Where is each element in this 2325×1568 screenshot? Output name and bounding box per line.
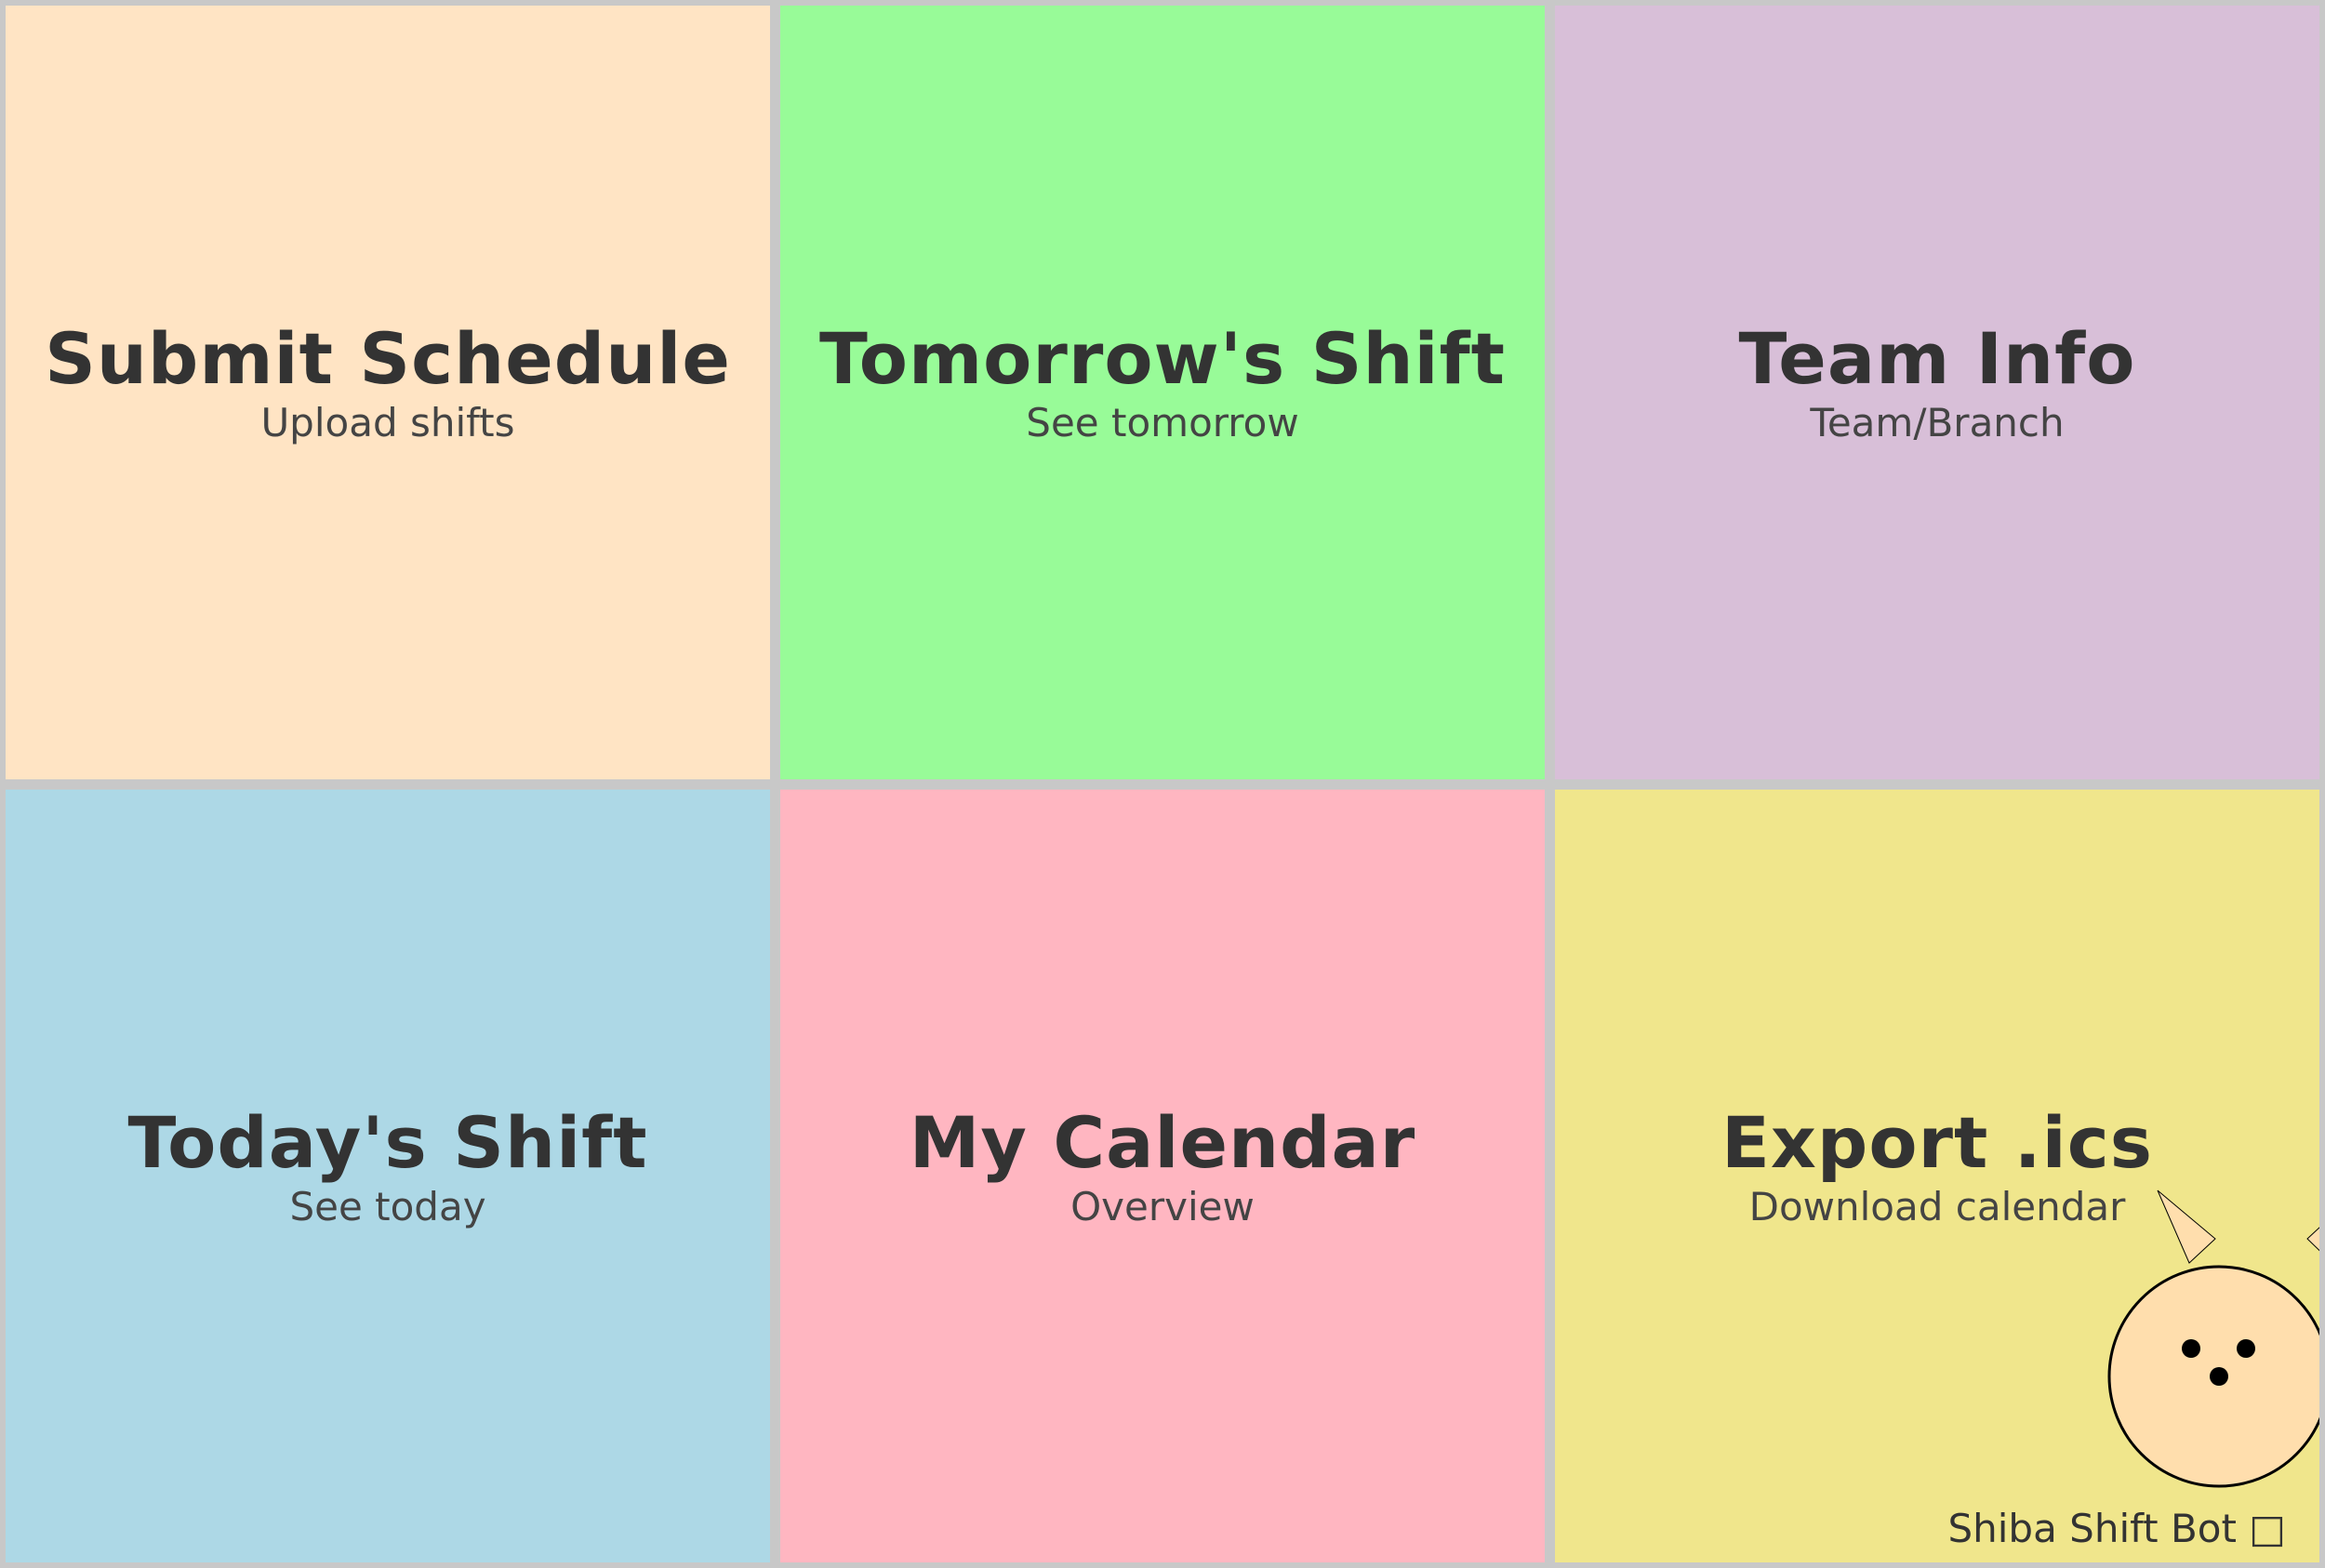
tile-subtitle: See today	[289, 1183, 486, 1229]
shiba-dog-icon	[2107, 1189, 2319, 1488]
team-info-button[interactable]: Team Info Team/Branch	[1555, 6, 2319, 779]
tile-subtitle: Upload shifts	[260, 400, 515, 446]
tile-content: Tomorrow's Shift See tomorrow	[819, 317, 1506, 446]
tile-content: Team Info Team/Branch	[1738, 317, 2136, 446]
my-calendar-button[interactable]: My Calendar Overview	[780, 789, 1545, 1562]
shiba-left-eye	[2182, 1339, 2200, 1358]
tile-title: Tomorrow's Shift	[819, 317, 1506, 401]
tile-subtitle: Team/Branch	[1810, 400, 2065, 446]
tile-content: Submit Schedule Upload shifts	[45, 317, 731, 446]
submit-schedule-button[interactable]: Submit Schedule Upload shifts	[6, 6, 770, 779]
tile-subtitle: Overview	[1070, 1183, 1255, 1229]
tile-title: Today's Shift	[127, 1100, 648, 1184]
menu-grid: Submit Schedule Upload shifts Tomorrow's…	[0, 0, 2325, 1568]
tile-content: My Calendar Overview	[909, 1100, 1416, 1229]
tile-title: Submit Schedule	[45, 317, 731, 401]
shiba-nose	[2210, 1367, 2228, 1386]
shiba-right-eye	[2237, 1339, 2255, 1358]
mascot-label: Shiba Shift Bot □	[1947, 1506, 2286, 1551]
export-ics-button[interactable]: Export .ics Download calendar Shiba Shif…	[1555, 789, 2319, 1562]
shiba-right-ear	[2306, 1227, 2319, 1252]
tile-content: Today's Shift See today	[127, 1100, 648, 1229]
tile-subtitle: See tomorrow	[1026, 400, 1299, 446]
tomorrows-shift-button[interactable]: Tomorrow's Shift See tomorrow	[780, 6, 1545, 779]
shiba-bot-mascot[interactable]: Shiba Shift Bot □	[1799, 1163, 2319, 1562]
tile-title: My Calendar	[909, 1100, 1416, 1184]
todays-shift-button[interactable]: Today's Shift See today	[6, 789, 770, 1562]
shiba-left-ear	[2157, 1189, 2216, 1264]
tile-title: Team Info	[1738, 317, 2136, 401]
